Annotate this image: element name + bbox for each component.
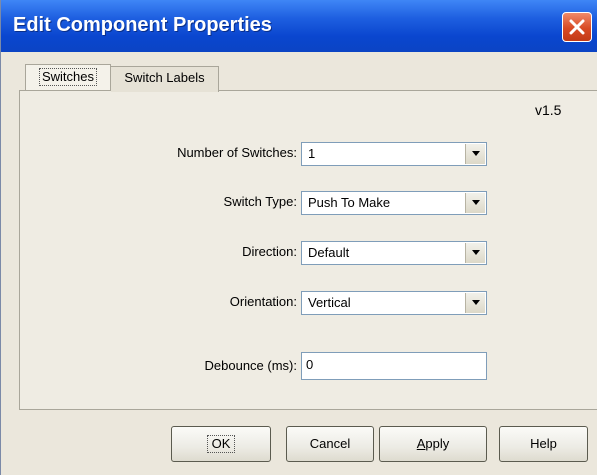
- orientation-label: Orientation:: [229, 294, 297, 309]
- direction-label: Direction:: [242, 244, 297, 259]
- number-of-switches-value: 1: [308, 146, 316, 161]
- number-of-switches-dropdown-button[interactable]: [465, 144, 485, 164]
- switch-type-label: Switch Type:: [223, 194, 297, 209]
- debounce-value: 0: [306, 357, 314, 372]
- debounce-input[interactable]: 0: [301, 352, 487, 380]
- switch-type-value: Push To Make: [308, 195, 391, 210]
- chevron-down-icon: [472, 250, 480, 255]
- number-of-switches-label: Number of Switches:: [177, 145, 297, 160]
- tab-switch-labels[interactable]: Switch Labels: [111, 66, 219, 92]
- tab-switches[interactable]: Switches: [25, 64, 111, 90]
- version-label: v1.5: [535, 102, 562, 118]
- close-button[interactable]: [562, 12, 592, 42]
- switch-type-dropdown-button[interactable]: [465, 193, 485, 213]
- apply-button-label: pply: [425, 436, 450, 451]
- direction-dropdown-button[interactable]: [465, 243, 485, 263]
- close-icon: [569, 19, 585, 35]
- help-button[interactable]: Help: [499, 426, 588, 462]
- direction-value: Default: [308, 245, 350, 260]
- switch-type-select[interactable]: Push To Make: [301, 191, 487, 215]
- chevron-down-icon: [472, 300, 480, 305]
- help-button-label: Help: [530, 436, 557, 451]
- number-of-switches-select[interactable]: 1: [301, 142, 487, 166]
- window-title: Edit Component Properties: [13, 14, 272, 36]
- tab-switch-labels-label: Switch Labels: [124, 70, 205, 85]
- orientation-value: Vertical: [308, 295, 351, 310]
- cancel-button[interactable]: Cancel: [286, 426, 374, 462]
- chevron-down-icon: [472, 151, 480, 156]
- apply-button[interactable]: Apply: [379, 426, 487, 462]
- orientation-select[interactable]: Vertical: [301, 291, 487, 315]
- debounce-label: Debounce (ms):: [204, 358, 297, 373]
- orientation-dropdown-button[interactable]: [465, 293, 485, 313]
- title-bar[interactable]: Edit Component Properties: [1, 0, 597, 52]
- direction-select[interactable]: Default: [301, 241, 487, 265]
- ok-button-label: OK: [206, 435, 236, 453]
- dialog-window: Edit Component Properties Switches Switc…: [0, 0, 597, 475]
- cancel-button-label: Cancel: [309, 436, 351, 451]
- ok-button[interactable]: OK: [171, 426, 271, 462]
- tab-switches-label: Switches: [38, 68, 98, 86]
- chevron-down-icon: [472, 200, 480, 205]
